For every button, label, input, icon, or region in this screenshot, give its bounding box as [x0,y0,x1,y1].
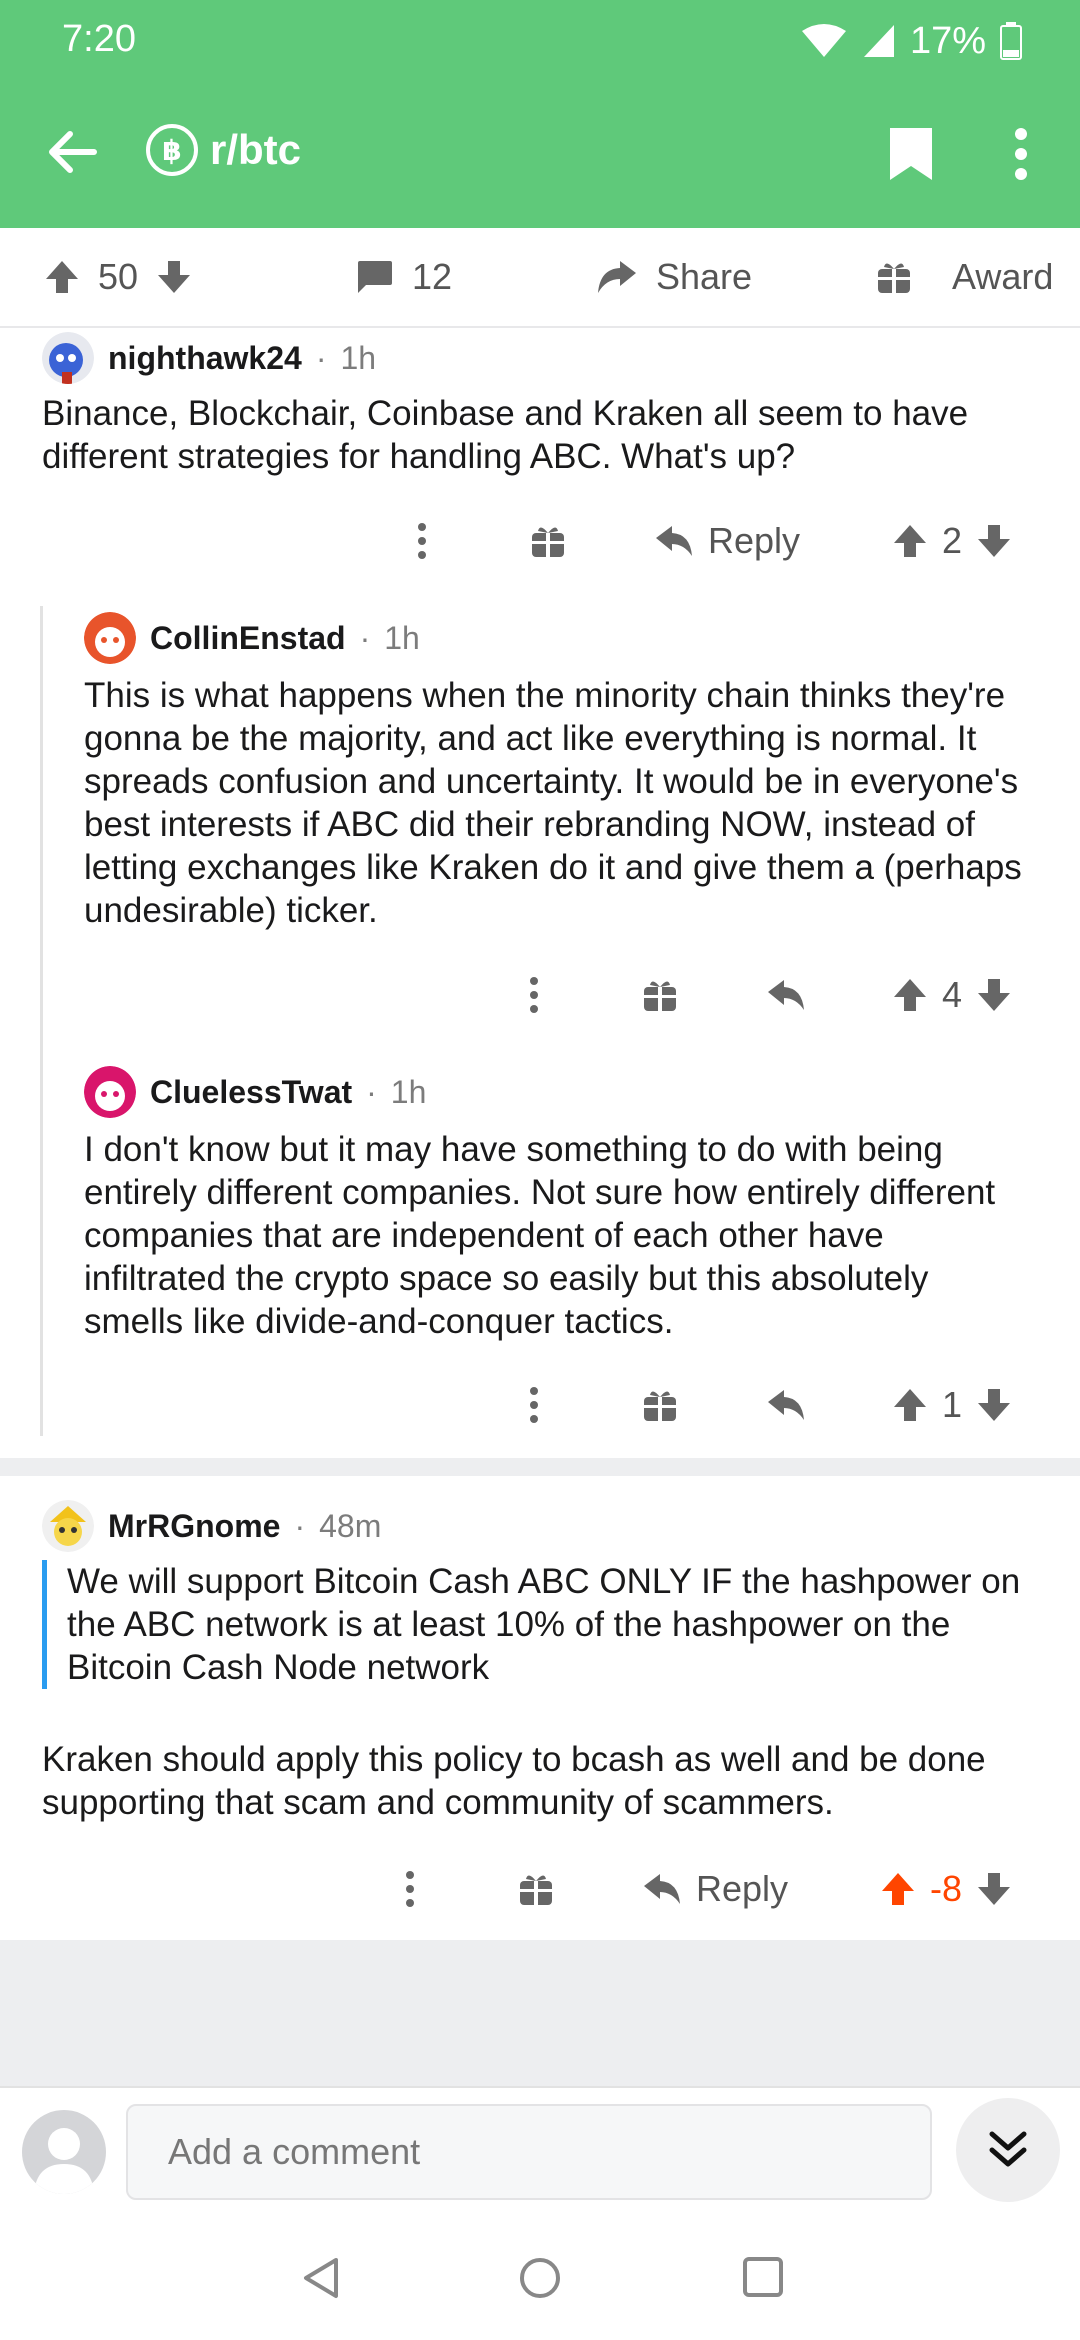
share-button[interactable]: Share [596,256,752,298]
downvote-icon[interactable] [976,1871,1012,1907]
reply-label: Reply [708,520,801,561]
post-vote-group: 50 [44,256,192,298]
downvote-icon[interactable] [156,259,192,295]
award-button[interactable]: Award [876,256,1053,298]
comment-score: 1 [942,1384,963,1425]
comment-author-row: nighthawk24 · 1h [42,332,376,384]
more-options-icon[interactable] [1012,126,1030,182]
comment-composer: Add a comment [0,2086,1080,2216]
gift-icon[interactable] [642,977,678,1013]
comment-author-row: MrRGnome · 48m [42,1500,381,1552]
comment-actions: Reply -8 [0,1854,1080,1924]
battery-percent: 17% [909,19,986,62]
bookmark-icon[interactable] [888,126,934,182]
wifi-icon [801,24,846,57]
add-comment-input[interactable]: Add a comment [126,2104,932,2200]
nav-recents-icon[interactable] [742,2256,784,2298]
upvote-icon[interactable] [880,1871,916,1907]
comment-score: 4 [942,974,963,1015]
comment-separator-dot: · [359,619,371,656]
post-score: 50 [98,256,139,297]
double-chevron-down-icon [989,2131,1027,2167]
comment-actions: 4 [0,960,1080,1030]
reply-button[interactable]: Reply [642,1868,788,1910]
comment-author[interactable]: CluelessTwat [150,1074,352,1111]
post-action-bar: 50 12 Share Award [0,228,1080,328]
comment-score: -8 [930,1868,963,1909]
comment-age: 1h [390,1073,427,1110]
comment-age: 1h [340,339,377,376]
avatar[interactable] [42,1500,94,1552]
nav-home-icon[interactable] [518,2256,562,2300]
upvote-icon[interactable] [892,977,928,1013]
comment-body: Kraken should apply this policy to bcash… [42,1740,986,1822]
upvote-icon[interactable] [892,523,928,559]
comment-author[interactable]: MrRGnome [108,1508,280,1545]
comment-body: This is what happens when the minority c… [84,676,1022,930]
comment-separator-dot: · [366,1073,377,1110]
comments-button[interactable]: 12 [354,256,452,298]
comment-score: 2 [942,520,963,561]
gift-icon [878,263,910,293]
bitcoin-icon: ฿ [146,124,198,176]
reply-icon[interactable] [766,1388,806,1422]
subreddit-title[interactable]: ฿ r/btc [146,124,301,176]
comment-author-row: CluelessTwat · 1h [84,1066,426,1118]
comment-age: 48m [319,1507,382,1544]
status-icons: 17% [800,18,1022,64]
comment-separator-dot: · [294,1507,306,1544]
comment-bubble-icon [358,261,392,293]
comment-count: 12 [412,256,453,297]
award-label: Award [952,256,1054,297]
more-icon[interactable] [528,975,540,1015]
user-silhouette-icon [34,2128,94,2194]
comment-author[interactable]: CollinEnstad [150,620,346,657]
comment-author[interactable]: nighthawk24 [108,340,302,377]
comment-separator-dot: · [315,339,327,376]
comment-body: Binance, Blockchair, Coinbase and Kraken… [42,394,969,476]
collapse-comments-button[interactable] [956,2098,1060,2202]
back-arrow-icon[interactable] [46,128,98,176]
system-nav-bar [0,2216,1080,2340]
upvote-icon[interactable] [892,1387,928,1423]
comment-actions: 1 [0,1370,1080,1440]
comment-vote-group: 1 [892,1384,1012,1426]
nav-back-icon[interactable] [300,2256,340,2300]
downvote-icon[interactable] [976,977,1012,1013]
more-icon[interactable] [404,1869,416,1909]
status-time: 7:20 [62,18,136,60]
comment-actions: Reply 2 [0,506,1080,576]
downvote-icon[interactable] [976,523,1012,559]
comment-vote-group: -8 [880,1868,1012,1910]
gift-icon[interactable] [642,1387,678,1423]
gift-icon[interactable] [518,1871,554,1907]
comment-vote-group: 4 [892,974,1012,1016]
comment-quote: We will support Bitcoin Cash ABC ONLY IF… [42,1560,1052,1689]
reply-button[interactable]: Reply [654,520,800,562]
downvote-icon[interactable] [976,1387,1012,1423]
comment-age: 1h [384,619,420,656]
more-icon[interactable] [528,1385,540,1425]
signal-icon [863,25,894,57]
reply-icon [656,526,692,556]
share-icon [598,261,636,293]
avatar[interactable] [84,612,136,664]
avatar[interactable] [42,332,94,384]
feed-end-spacer [0,1940,1080,2086]
share-label: Share [656,256,753,297]
comment-author-row: CollinEnstad · 1h [84,612,420,664]
gift-icon[interactable] [530,523,566,559]
user-avatar[interactable] [22,2110,106,2194]
reply-icon[interactable] [766,978,806,1012]
reply-icon [644,1874,680,1904]
comment-vote-group: 2 [892,520,1012,562]
more-icon[interactable] [416,521,428,561]
upvote-icon[interactable] [44,259,80,295]
reply-label: Reply [696,1868,789,1909]
subreddit-name: r/btc [210,126,302,173]
thread-divider [0,1458,1080,1476]
avatar[interactable] [84,1066,136,1118]
comment-body: I don't know but it may have something t… [84,1130,996,1341]
battery-icon [1000,22,1022,60]
